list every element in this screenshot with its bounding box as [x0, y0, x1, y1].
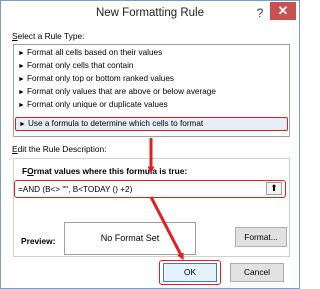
- bullet-arrow-icon: ►: [18, 63, 25, 70]
- rule-type-item-label: Format only values that are above or bel…: [27, 87, 216, 96]
- title-bar: New Formatting Rule ? ✕: [1, 1, 299, 26]
- bullet-arrow-icon: ►: [18, 50, 25, 57]
- bullet-arrow-icon: ►: [19, 121, 26, 128]
- format-button[interactable]: Format...: [235, 227, 287, 247]
- rule-type-item[interactable]: ► Format all cells based on their values: [15, 47, 288, 60]
- rule-type-heading-text: elect a Rule Type:: [17, 31, 85, 41]
- rule-type-item-label: Use a formula to determine which cells t…: [28, 119, 204, 128]
- rule-type-item-label: Format all cells based on their values: [27, 48, 163, 57]
- ok-button[interactable]: OK: [163, 263, 217, 282]
- close-button[interactable]: ✕: [270, 2, 296, 20]
- cancel-button[interactable]: Cancel: [230, 263, 284, 282]
- rule-type-item-label: Format only cells that contain: [27, 61, 134, 70]
- rule-description-heading-text: dit the Rule Description:: [17, 144, 107, 154]
- bullet-arrow-icon: ►: [18, 76, 25, 83]
- rule-type-list[interactable]: ► Format all cells based on their values …: [13, 44, 290, 137]
- preview-label: Preview:: [21, 236, 56, 246]
- formula-label-text: rmat values where this formula is true:: [33, 166, 188, 176]
- formula-input[interactable]: [18, 183, 258, 195]
- rule-type-item[interactable]: ► Format only top or bottom ranked values: [15, 73, 288, 86]
- bullet-arrow-icon: ►: [18, 89, 25, 96]
- rule-type-item[interactable]: ► Format only unique or duplicate values: [15, 99, 288, 112]
- rule-type-heading: Select a Rule Type:: [12, 31, 84, 41]
- collapse-dialog-icon[interactable]: ⬆: [266, 182, 282, 195]
- rule-type-item[interactable]: ► Format only values that are above or be…: [15, 86, 288, 99]
- rule-type-item[interactable]: ► Format only cells that contain: [15, 60, 288, 73]
- rule-type-item-selected[interactable]: ► Use a formula to determine which cells …: [15, 117, 288, 131]
- preview-box: No Format Set: [64, 222, 196, 255]
- new-formatting-rule-dialog: New Formatting Rule ? ✕ Select a Rule Ty…: [0, 0, 300, 289]
- rule-description-panel: FOrmat values where this formula is true…: [13, 158, 290, 257]
- formula-label: FOrmat values where this formula is true…: [22, 166, 187, 176]
- rule-description-heading: Edit the Rule Description:: [12, 144, 107, 154]
- bullet-arrow-icon: ►: [18, 102, 25, 109]
- rule-type-item-label: Format only top or bottom ranked values: [27, 74, 174, 83]
- formula-field-highlight: ⬆: [14, 180, 286, 198]
- rule-type-item-label: Format only unique or duplicate values: [27, 100, 168, 109]
- help-icon[interactable]: ?: [253, 5, 267, 21]
